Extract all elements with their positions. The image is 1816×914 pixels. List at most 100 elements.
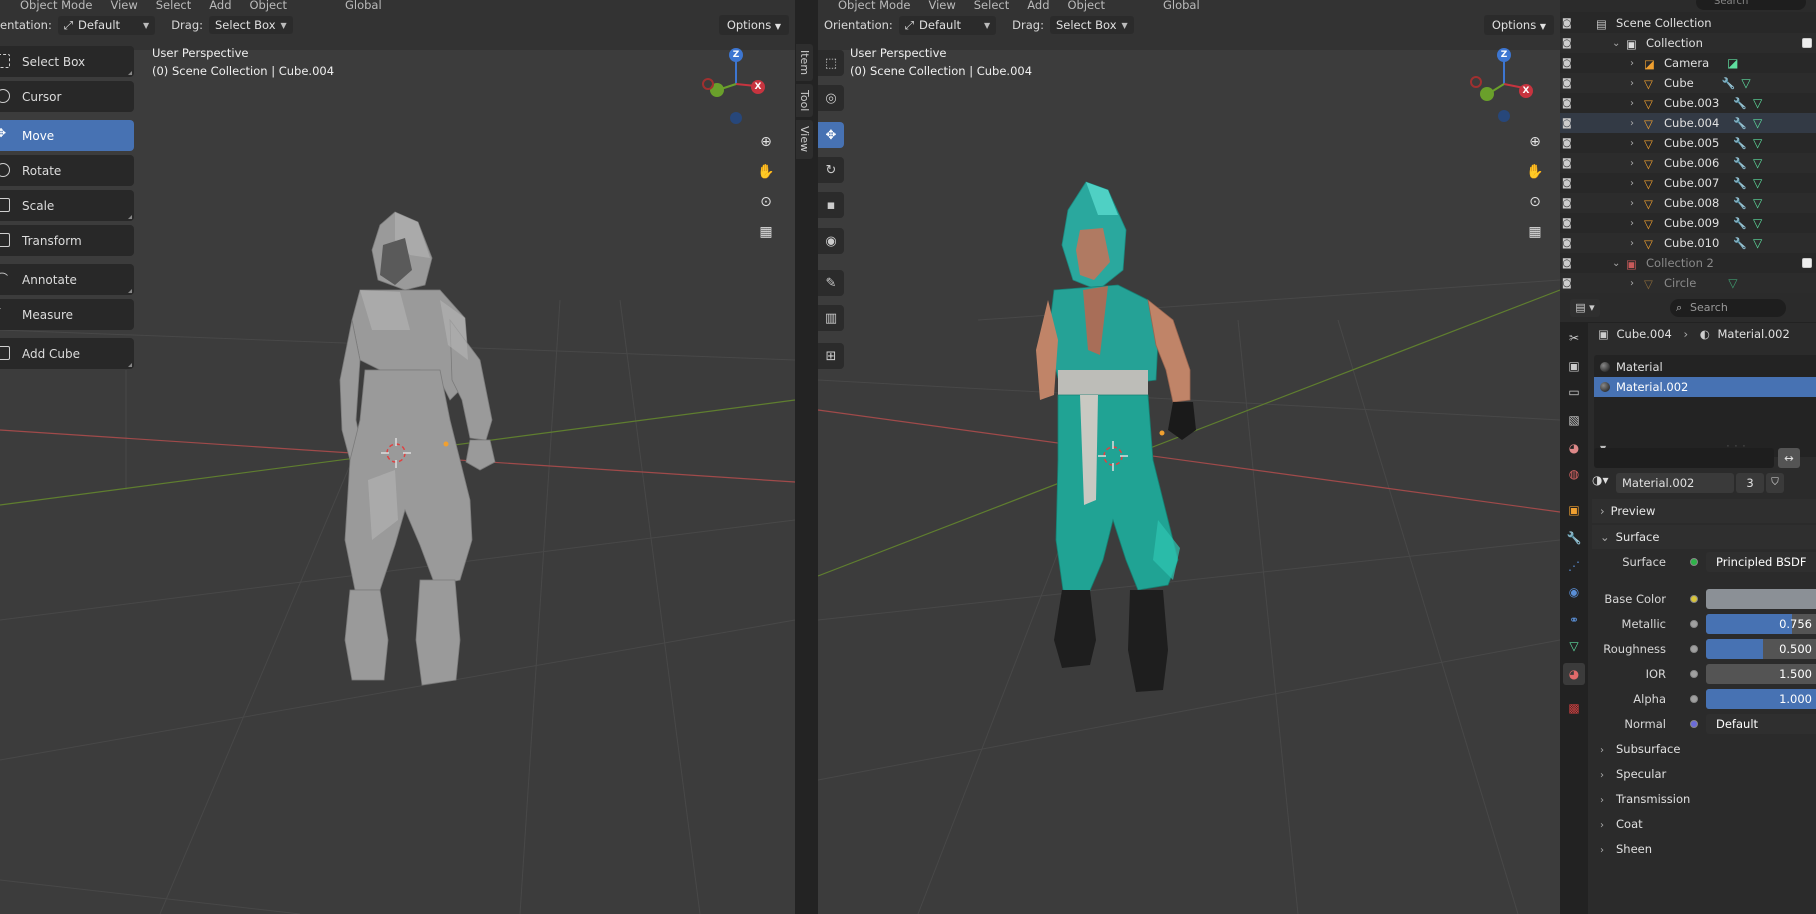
- add-cube-tool-icon[interactable]: ⊞: [818, 343, 844, 369]
- mesh-data-icon[interactable]: ▽: [1753, 236, 1762, 250]
- chevron-down-icon[interactable]: ⌄: [1612, 258, 1622, 269]
- tool-add-cube[interactable]: Add Cube: [0, 338, 134, 369]
- options-button[interactable]: Options ▼: [718, 15, 789, 35]
- render-camera-icon[interactable]: ◙: [1562, 158, 1576, 169]
- view-menu[interactable]: View: [110, 0, 137, 12]
- move-tool-icon[interactable]: ✥: [818, 122, 844, 148]
- object-menu[interactable]: Object: [250, 0, 287, 12]
- render-camera-icon[interactable]: ◙: [1562, 38, 1576, 49]
- measure-tool-icon[interactable]: ▥: [818, 305, 844, 331]
- add-menu[interactable]: Add: [209, 0, 231, 12]
- modifier-icon[interactable]: 🔧: [1722, 77, 1736, 90]
- view-menu[interactable]: View: [928, 0, 955, 12]
- object-menu[interactable]: Object: [1068, 0, 1105, 12]
- outliner-row[interactable]: ◙ › ▽ Circle ▽: [1560, 273, 1816, 293]
- scale-tool-icon[interactable]: ▪: [818, 192, 844, 218]
- modifier-icon[interactable]: 🔧: [1733, 97, 1747, 110]
- editor-type-icon[interactable]: ▤ ▾: [1570, 299, 1600, 317]
- material-slot-list[interactable]: Material Material.002 ▼ ⋮⋮⋮: [1594, 355, 1816, 457]
- collection-checkbox[interactable]: [1802, 38, 1812, 48]
- drag-dropdown[interactable]: Select Box ▼: [209, 16, 293, 34]
- render-camera-icon[interactable]: ◙: [1562, 98, 1576, 109]
- options-button[interactable]: Options ▼: [1483, 15, 1554, 35]
- slot-filter-field[interactable]: [1594, 448, 1774, 468]
- select-menu[interactable]: Select: [974, 0, 1009, 12]
- preview-panel-header[interactable]: › Preview: [1592, 499, 1816, 523]
- outliner-search[interactable]: Search: [1696, 0, 1806, 10]
- annotate-tool-icon[interactable]: ✎: [818, 270, 844, 296]
- render-camera-icon[interactable]: ◙: [1562, 238, 1576, 249]
- property-slider[interactable]: 0.500: [1706, 639, 1816, 659]
- chevron-right-icon[interactable]: ›: [1630, 278, 1640, 289]
- outliner-row[interactable]: ◙ › ▽ Cube.007 🔧 ▽: [1560, 173, 1816, 193]
- collection-checkbox[interactable]: [1802, 258, 1812, 268]
- mesh-data-icon[interactable]: ▽: [1753, 176, 1762, 190]
- socket-icon[interactable]: [1690, 558, 1698, 566]
- properties-search[interactable]: ⌕ Search: [1670, 299, 1786, 317]
- subpanel-header[interactable]: › Subsurface: [1600, 738, 1680, 760]
- mesh-data-icon[interactable]: ▽: [1753, 96, 1762, 110]
- modifier-icon[interactable]: 🔧: [1733, 177, 1747, 190]
- view-layer-tab-icon[interactable]: ▧: [1563, 409, 1585, 431]
- perspective-grid-icon[interactable]: ▦: [753, 219, 779, 245]
- pan-hand-icon[interactable]: ✋: [753, 159, 779, 185]
- zoom-icon[interactable]: ⊕: [1522, 129, 1548, 155]
- gizmo-neg-x[interactable]: [1470, 76, 1482, 88]
- render-camera-icon[interactable]: ◙: [1562, 138, 1576, 149]
- property-dropdown[interactable]: Default: [1706, 714, 1816, 734]
- chevron-right-icon[interactable]: ›: [1630, 238, 1640, 249]
- subpanel-header[interactable]: › Coat: [1600, 813, 1643, 835]
- render-camera-icon[interactable]: ◙: [1562, 258, 1576, 269]
- output-tab-icon[interactable]: ▭: [1563, 381, 1585, 403]
- select-menu[interactable]: Select: [156, 0, 191, 12]
- gizmo-y-axis[interactable]: [1480, 87, 1494, 101]
- gizmo-z-axis[interactable]: Z: [729, 48, 743, 62]
- object-tab-icon[interactable]: ▣: [1563, 499, 1585, 521]
- mesh-data-icon[interactable]: ▽: [1753, 196, 1762, 210]
- render-camera-icon[interactable]: ◙: [1562, 178, 1576, 189]
- mesh-data-icon[interactable]: ▽: [1728, 276, 1737, 290]
- chevron-right-icon[interactable]: ›: [1630, 118, 1640, 129]
- navigation-gizmo[interactable]: Z X: [1470, 46, 1534, 126]
- chevron-right-icon[interactable]: ›: [1630, 78, 1640, 89]
- tool-select-box[interactable]: Select Box: [0, 46, 134, 77]
- outliner-row[interactable]: ◙ › ▽ Cube.005 🔧 ▽: [1560, 133, 1816, 153]
- zoom-icon[interactable]: ⊕: [753, 129, 779, 155]
- outliner-row[interactable]: ◙ ⌄ ▣ Collection: [1560, 33, 1816, 53]
- slot-assign-icon[interactable]: ↔: [1778, 448, 1800, 468]
- socket-icon[interactable]: [1690, 595, 1698, 603]
- socket-icon[interactable]: [1690, 695, 1698, 703]
- render-camera-icon[interactable]: ◙: [1562, 218, 1576, 229]
- surface-panel-header[interactable]: ⌄ Surface: [1592, 525, 1816, 549]
- constraints-tab-icon[interactable]: ⚭: [1563, 609, 1585, 631]
- outliner-row[interactable]: ◙ › ▽ Cube.006 🔧 ▽: [1560, 153, 1816, 173]
- modifier-icon[interactable]: 🔧: [1733, 137, 1747, 150]
- tool-annotate[interactable]: ⌒ Annotate: [0, 264, 134, 295]
- pan-hand-icon[interactable]: ✋: [1522, 159, 1548, 185]
- modifier-icon[interactable]: 🔧: [1733, 217, 1747, 230]
- physics-tab-icon[interactable]: ◉: [1563, 581, 1585, 603]
- subpanel-header[interactable]: › Transmission: [1600, 788, 1690, 810]
- gizmo-z-axis[interactable]: Z: [1497, 48, 1511, 62]
- chevron-right-icon[interactable]: ›: [1630, 218, 1640, 229]
- scene-tab-icon[interactable]: ◕: [1563, 437, 1585, 459]
- outliner-row[interactable]: ◙ › ▽ Cube 🔧 ▽: [1560, 73, 1816, 93]
- socket-icon[interactable]: [1690, 670, 1698, 678]
- gizmo-neg-x[interactable]: [702, 78, 714, 90]
- property-slider[interactable]: 1.500: [1706, 664, 1816, 684]
- chevron-right-icon[interactable]: ›: [1630, 158, 1640, 169]
- particles-tab-icon[interactable]: ⋰: [1563, 555, 1585, 577]
- mesh-data-icon[interactable]: ▽: [1753, 116, 1762, 130]
- outliner-row[interactable]: ◙ › ▽ Cube.004 🔧 ▽: [1560, 113, 1816, 133]
- orientation-dropdown[interactable]: ⤢ Default ▼: [57, 15, 156, 35]
- gizmo-x-axis[interactable]: X: [1519, 84, 1533, 98]
- render-camera-icon[interactable]: ◙: [1562, 198, 1576, 209]
- browse-material-icon[interactable]: ◑▾: [1592, 473, 1609, 487]
- chevron-right-icon[interactable]: ›: [1630, 98, 1640, 109]
- render-camera-icon[interactable]: ◙: [1562, 18, 1576, 29]
- outliner-row[interactable]: ◙ ▤ Scene Collection: [1560, 13, 1816, 33]
- modifier-icon[interactable]: 🔧: [1733, 237, 1747, 250]
- right-viewport[interactable]: Object Mode View Select Add Object Globa…: [818, 0, 1560, 914]
- mesh-data-icon[interactable]: ▽: [1753, 216, 1762, 230]
- cursor-tool-icon[interactable]: ◎: [818, 85, 844, 111]
